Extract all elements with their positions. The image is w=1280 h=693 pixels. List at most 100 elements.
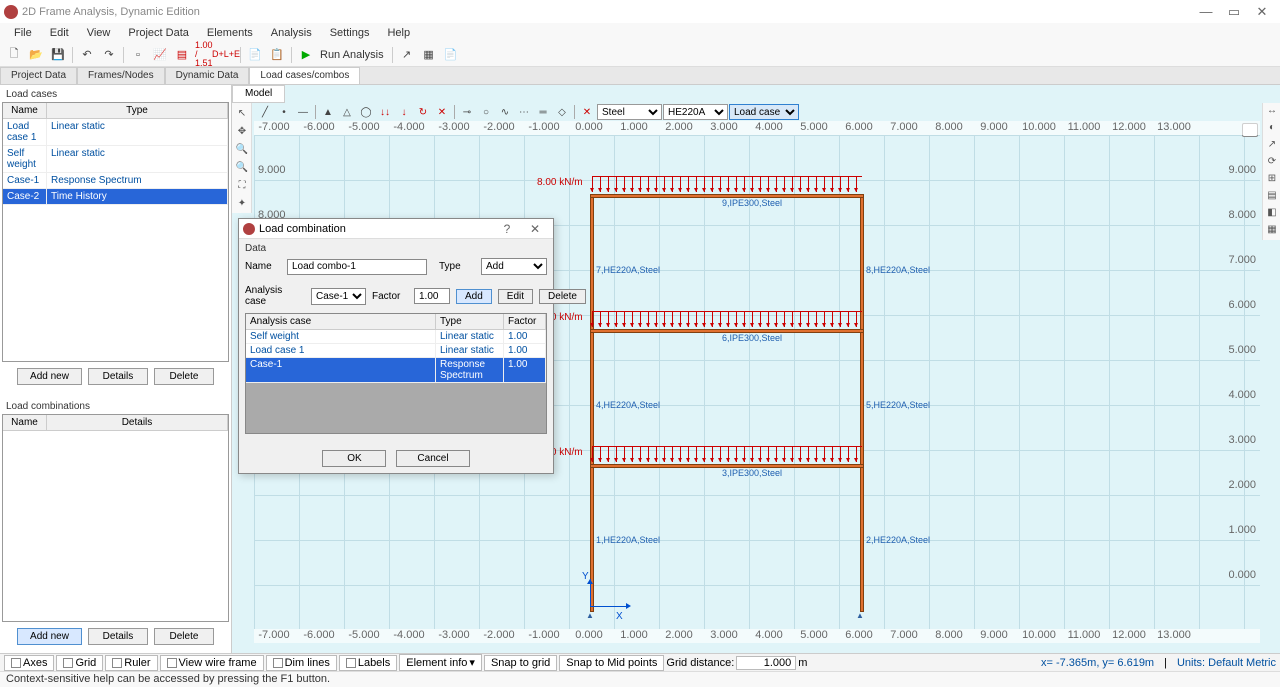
dialog-table-row[interactable]: Case-1 Response Spectrum 1.00 [246,358,546,383]
dialog-help-button[interactable]: ? [493,222,521,236]
view-tool8-icon[interactable]: ▦ [1265,224,1279,238]
delete-element-icon[interactable]: ✕ [578,104,596,120]
hinge-icon[interactable]: ○ [477,104,495,120]
view-tool3-icon[interactable]: ↗ [1265,139,1279,153]
tab-frames-nodes[interactable]: Frames/Nodes [77,67,165,84]
offset-icon[interactable]: ◇ [553,104,571,120]
dialog-edit-button[interactable]: Edit [498,289,533,304]
table-row[interactable]: Self weight Linear static [3,146,228,173]
ruler-toggle[interactable]: Ruler [105,655,157,671]
name-input[interactable] [287,259,427,275]
zoom-out-icon[interactable]: 🔍 [234,159,250,175]
support-left[interactable] [586,609,598,617]
chart-tool-icon[interactable]: 📈 [150,45,170,65]
menu-view[interactable]: View [79,25,119,41]
tab-dynamic-data[interactable]: Dynamic Data [165,67,250,84]
load-cases-table[interactable]: Name Type Load case 1 Linear static Self… [2,102,229,362]
results-tool2-icon[interactable]: ▦ [419,45,439,65]
results-tool1-icon[interactable]: ↗ [397,45,417,65]
column-left[interactable] [590,194,594,612]
support-right[interactable] [856,609,868,617]
menu-analysis[interactable]: Analysis [263,25,320,41]
draw-line-icon[interactable]: ╱ [256,104,274,120]
load-top[interactable] [592,176,862,194]
zoom-window-icon[interactable]: ✦ [234,195,250,211]
snap-mid-toggle[interactable]: Snap to Mid points [559,655,664,671]
support-pin-icon[interactable]: △ [338,104,356,120]
column-right[interactable] [860,194,864,612]
doc-tool-icon[interactable]: 📄 [245,45,265,65]
view-tool6-icon[interactable]: ▤ [1265,190,1279,204]
details-button[interactable]: Details [88,368,148,385]
zoom-in-icon[interactable]: 🔍 [234,141,250,157]
dialog-cancel-button[interactable]: Cancel [396,450,469,467]
support-fixed-icon[interactable]: ▲ [319,104,337,120]
release-icon[interactable]: ⊸ [458,104,476,120]
section-tool-icon[interactable]: ▤ [172,45,192,65]
menu-help[interactable]: Help [379,25,418,41]
dialog-table-row[interactable]: Self weight Linear static 1.00 [246,330,546,344]
zoom-fit-icon[interactable]: ⛶ [234,177,250,193]
tab-project-data[interactable]: Project Data [0,67,77,84]
menu-project-data[interactable]: Project Data [120,25,197,41]
report-tool-icon[interactable]: 📋 [267,45,287,65]
combo-add-new-button[interactable]: Add new [17,628,82,645]
dialog-delete-button[interactable]: Delete [539,289,586,304]
grid-toggle[interactable]: Grid [56,655,103,671]
tab-load-cases[interactable]: Load cases/combos [249,67,360,84]
moment-load-icon[interactable]: ↻ [414,104,432,120]
axes-toggle[interactable]: Axes [4,655,54,671]
dialog-add-button[interactable]: Add [456,289,492,304]
canvas-tab-model[interactable]: Model [232,85,285,103]
element-info-dropdown[interactable]: Element info ▾ [399,654,482,671]
run-analysis-label[interactable]: Run Analysis [320,49,384,61]
undo-icon[interactable]: ↶ [77,45,97,65]
load-mid[interactable] [592,311,862,329]
wireframe-toggle[interactable]: View wire frame [160,655,264,671]
menu-elements[interactable]: Elements [199,25,261,41]
close-button[interactable]: ✕ [1248,2,1276,22]
type-select[interactable]: Add [481,258,547,275]
open-file-icon[interactable]: 📂 [26,45,46,65]
link-icon[interactable]: ⋯ [515,104,533,120]
redo-icon[interactable]: ↷ [99,45,119,65]
new-file-icon[interactable]: 🗋 [4,45,24,65]
load-low[interactable] [592,446,862,464]
dialog-table[interactable]: Analysis case Type Factor Self weight Li… [245,313,547,434]
point-load-icon[interactable]: ↓ [395,104,413,120]
labels-toggle[interactable]: Labels [339,655,397,671]
dialog-table-row[interactable]: Load case 1 Linear static 1.00 [246,344,546,358]
move-icon[interactable]: ✥ [234,123,250,139]
spring-icon[interactable]: ∿ [496,104,514,120]
run-analysis-icon[interactable]: ▶ [296,45,316,65]
draw-node-icon[interactable]: • [275,104,293,120]
loadcase-select[interactable]: Load case 1 [729,104,799,120]
dimlines-toggle[interactable]: Dim lines [266,655,337,671]
case-select[interactable]: Case-1 [311,288,366,305]
add-new-button[interactable]: Add new [17,368,82,385]
combo-delete-button[interactable]: Delete [154,628,214,645]
draw-beam-icon[interactable]: — [294,104,312,120]
support-roller-icon[interactable]: ◯ [357,104,375,120]
units-display[interactable]: Units: Default Metric [1177,657,1276,669]
view-tool4-icon[interactable]: ⟳ [1265,156,1279,170]
node-tool-icon[interactable]: ▫ [128,45,148,65]
results-tool3-icon[interactable]: 📄 [441,45,461,65]
snap-grid-toggle[interactable]: Snap to grid [484,655,557,671]
rigid-icon[interactable]: ═ [534,104,552,120]
grid-distance-input[interactable] [736,656,796,670]
dialog-ok-button[interactable]: OK [322,450,386,467]
menu-file[interactable]: File [6,25,40,41]
maximize-button[interactable]: ▭ [1220,2,1248,22]
table-row[interactable]: Load case 1 Linear static [3,119,228,146]
delete-button[interactable]: Delete [154,368,214,385]
table-row[interactable]: Case-2 Time History [3,189,228,205]
dialog-close-button[interactable]: ✕ [521,222,549,236]
factor-input[interactable] [414,288,450,304]
menu-settings[interactable]: Settings [322,25,378,41]
view-tool2-icon[interactable]: ◐ [1265,122,1279,136]
save-file-icon[interactable]: 💾 [48,45,68,65]
menu-edit[interactable]: Edit [42,25,77,41]
view-tool7-icon[interactable]: ◧ [1265,207,1279,221]
material-select[interactable]: Steel [597,104,662,120]
